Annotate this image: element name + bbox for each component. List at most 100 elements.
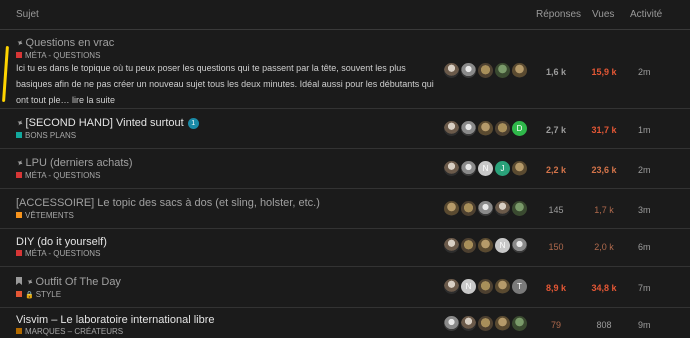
activity-time[interactable]: 2m: [638, 165, 651, 175]
topic-title-link[interactable]: ✦Questions en vrac: [14, 36, 115, 50]
reply-count[interactable]: 2,7 k: [536, 125, 576, 135]
topic-excerpt[interactable]: Ici tu es dans le topique où tu peux pos…: [16, 60, 434, 108]
avatar[interactable]: N: [495, 238, 510, 253]
avatar[interactable]: [461, 63, 476, 78]
topic-title-link[interactable]: Visvim – Le laboratoire international li…: [16, 314, 215, 326]
avatar[interactable]: J: [495, 161, 510, 176]
pin-icon: ✦: [14, 156, 26, 170]
avatar[interactable]: T: [512, 279, 527, 294]
avatar[interactable]: [512, 201, 527, 216]
view-count: 31,7 k: [591, 125, 617, 135]
view-count: 2,0 k: [594, 242, 614, 252]
topic-title-link[interactable]: DIY (do it yourself): [16, 236, 107, 248]
reply-count[interactable]: 1,6 k: [536, 67, 576, 77]
category-badge[interactable]: MÉTA - QUESTIONS: [16, 51, 100, 60]
activity-time[interactable]: 3m: [638, 205, 651, 215]
avatar[interactable]: [461, 201, 476, 216]
topic-title[interactable]: Outfit Of The Day: [36, 276, 121, 288]
avatar[interactable]: [444, 121, 459, 136]
reply-count[interactable]: 79: [536, 320, 576, 330]
avatar[interactable]: [444, 316, 459, 331]
view-count: 34,8 k: [591, 283, 617, 293]
avatar[interactable]: [478, 238, 493, 253]
view-count: 23,6 k: [591, 165, 617, 175]
avatar[interactable]: [444, 201, 459, 216]
topic-row[interactable]: ✦[SECOND HAND] Vinted surtout 1 BONS PLAN…: [0, 109, 690, 149]
topic-title-link[interactable]: ✦Outfit Of The Day: [16, 276, 121, 288]
category-color-icon: [16, 52, 22, 58]
avatar[interactable]: [444, 63, 459, 78]
activity-time[interactable]: 2m: [638, 67, 651, 77]
topic-list-header: Sujet Réponses Vues Activité: [0, 0, 690, 30]
view-count: 808: [596, 320, 612, 330]
topic-title[interactable]: Questions en vrac: [26, 37, 115, 49]
avatar[interactable]: [461, 238, 476, 253]
category-badge[interactable]: MARQUES – CRÉATEURS: [16, 327, 123, 336]
avatar[interactable]: [512, 238, 527, 253]
category-color-icon: [16, 250, 22, 256]
column-header-activity[interactable]: Activité: [630, 9, 662, 20]
pin-icon: ✦: [14, 36, 26, 50]
topic-row[interactable]: ✦Questions en vrac MÉTA - QUESTIONS Ici …: [0, 31, 690, 109]
category-color-icon: [16, 212, 22, 218]
avatar[interactable]: [478, 63, 493, 78]
topic-row[interactable]: DIY (do it yourself) MÉTA - QUESTIONS N …: [0, 229, 690, 267]
column-header-views[interactable]: Vues: [592, 9, 614, 20]
topic-row[interactable]: Visvim – Le laboratoire international li…: [0, 308, 690, 338]
avatar[interactable]: [495, 201, 510, 216]
lock-icon: 🔒: [25, 292, 34, 299]
topic-title[interactable]: [ACCESSOIRE] Le topic des sacs à dos (et…: [16, 197, 320, 209]
avatar[interactable]: [512, 316, 527, 331]
avatar[interactable]: N: [461, 279, 476, 294]
avatar[interactable]: [478, 121, 493, 136]
view-count: 1,7 k: [594, 205, 614, 215]
topic-title[interactable]: Visvim – Le laboratoire international li…: [16, 314, 215, 326]
reply-count[interactable]: 2,2 k: [536, 165, 576, 175]
column-header-replies[interactable]: Réponses: [536, 9, 581, 20]
topic-row[interactable]: ✦LPU (derniers achats) MÉTA - QUESTIONS …: [0, 149, 690, 189]
reply-count[interactable]: 150: [536, 242, 576, 252]
avatar[interactable]: [495, 279, 510, 294]
avatar[interactable]: [444, 161, 459, 176]
avatar[interactable]: [461, 316, 476, 331]
category-badge[interactable]: MÉTA - QUESTIONS: [16, 249, 100, 258]
avatar[interactable]: [512, 161, 527, 176]
activity-time[interactable]: 7m: [638, 283, 651, 293]
avatar[interactable]: D: [512, 121, 527, 136]
avatar[interactable]: [478, 316, 493, 331]
avatar[interactable]: [495, 121, 510, 136]
topic-title-link[interactable]: ✦LPU (derniers achats): [14, 156, 133, 170]
avatar[interactable]: [478, 201, 493, 216]
avatar[interactable]: [495, 63, 510, 78]
topic-title[interactable]: [SECOND HAND] Vinted surtout: [26, 117, 184, 129]
unread-badge[interactable]: 1: [187, 118, 199, 129]
avatar[interactable]: N: [478, 161, 493, 176]
topic-row[interactable]: ✦Outfit Of The Day 🔒 STYLE N T 8,9 k 34,8…: [0, 267, 690, 308]
topic-title-link[interactable]: [ACCESSOIRE] Le topic des sacs à dos (et…: [16, 197, 320, 209]
category-badge[interactable]: BONS PLANS: [16, 131, 76, 140]
category-badge[interactable]: MÉTA - QUESTIONS: [16, 171, 100, 180]
avatar[interactable]: [461, 161, 476, 176]
category-badge[interactable]: 🔒 STYLE: [16, 290, 61, 299]
topic-title[interactable]: DIY (do it yourself): [16, 236, 107, 248]
avatar[interactable]: [461, 121, 476, 136]
topic-row[interactable]: [ACCESSOIRE] Le topic des sacs à dos (et…: [0, 189, 690, 229]
topic-title[interactable]: LPU (derniers achats): [26, 157, 133, 169]
column-header-subject[interactable]: Sujet: [16, 9, 39, 20]
activity-time[interactable]: 6m: [638, 242, 651, 252]
avatar[interactable]: [512, 63, 527, 78]
avatar[interactable]: [478, 279, 493, 294]
pin-icon: ✦: [24, 275, 36, 289]
reply-count[interactable]: 8,9 k: [536, 283, 576, 293]
pin-icon: ✦: [14, 116, 26, 130]
category-color-icon: [16, 172, 22, 178]
category-badge[interactable]: VÊTEMENTS: [16, 211, 74, 220]
topic-title-link[interactable]: ✦[SECOND HAND] Vinted surtout 1: [14, 116, 199, 130]
activity-time[interactable]: 1m: [638, 125, 651, 135]
bookmark-icon[interactable]: [16, 277, 22, 285]
avatar[interactable]: [444, 279, 459, 294]
activity-time[interactable]: 9m: [638, 320, 651, 330]
avatar[interactable]: [444, 238, 459, 253]
reply-count[interactable]: 145: [536, 205, 576, 215]
avatar[interactable]: [495, 316, 510, 331]
